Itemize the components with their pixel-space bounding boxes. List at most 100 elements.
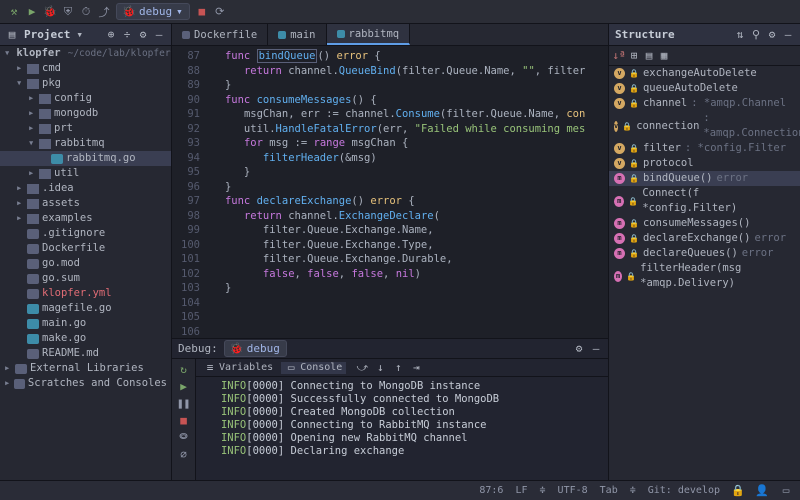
indent[interactable]: Tab — [600, 485, 618, 496]
tab-console[interactable]: ▭ Console — [281, 362, 346, 374]
hide-icon[interactable]: — — [782, 29, 794, 41]
status-bar: 87:6 LF ≑ UTF-8 Tab ≑ Git: develop 🔒 👤 ▭ — [0, 480, 800, 500]
editor-tab[interactable]: rabbitmq — [327, 24, 411, 45]
tree-item[interactable]: rabbitmq — [0, 136, 171, 151]
cursor-position[interactable]: 87:6 — [479, 485, 503, 496]
arrow-icon — [16, 196, 24, 211]
file-name: util — [54, 166, 79, 181]
tree-icon[interactable]: ▤ — [643, 50, 655, 62]
structure-item[interactable]: v🔒connection: *amqp.Connection — [609, 111, 800, 141]
expand-icon[interactable]: ⊞ — [628, 50, 640, 62]
encoding[interactable]: UTF-8 — [558, 485, 588, 496]
tree-item[interactable]: config — [0, 91, 171, 106]
resume-icon[interactable]: ▶ — [178, 380, 190, 392]
step-out-icon[interactable]: ↑ — [392, 362, 404, 374]
structure-item[interactable]: v🔒filter: *config.Filter — [609, 141, 800, 156]
tree-item[interactable]: .idea — [0, 181, 171, 196]
status-sep: ≑ — [540, 485, 546, 496]
tree-item[interactable]: rabbitmq.go — [0, 151, 171, 166]
tree-item[interactable]: main.go — [0, 316, 171, 331]
structure-item[interactable]: m🔒consumeMessages() — [609, 216, 800, 231]
tree-root[interactable]: klopfer~/code/lab/klopfer — [0, 46, 171, 61]
pause-icon[interactable]: ❚❚ — [178, 397, 190, 409]
structure-item[interactable]: v🔒protocol — [609, 156, 800, 171]
code-editor[interactable]: 8788899091929394959697989910010110210310… — [172, 46, 608, 338]
file-name: mongodb — [54, 106, 98, 121]
tree-item[interactable]: Dockerfile — [0, 241, 171, 256]
coverage-icon[interactable]: ⛨ — [62, 6, 74, 18]
tree-item[interactable]: prt — [0, 121, 171, 136]
git-branch[interactable]: Git: develop — [648, 485, 720, 496]
chevron-down-icon[interactable]: ▾ — [76, 28, 83, 41]
structure-item[interactable]: m🔒Connect(f *config.Filter) — [609, 186, 800, 216]
tree-item[interactable]: go.mod — [0, 256, 171, 271]
hide-icon[interactable]: — — [590, 343, 602, 355]
structure-list[interactable]: v🔒exchangeAutoDeletev🔒queueAutoDeletev🔒c… — [609, 66, 800, 480]
tree-item[interactable]: klopfer.yml — [0, 286, 171, 301]
tree-item[interactable]: go.sum — [0, 271, 171, 286]
rerun-icon[interactable]: ↻ — [178, 363, 190, 375]
filter-fields-icon[interactable]: ▦ — [658, 50, 670, 62]
structure-item[interactable]: m🔒declareQueues() error — [609, 246, 800, 261]
debug-config[interactable]: 🐞 debug — [224, 340, 287, 357]
editor-tab[interactable]: Dockerfile — [172, 24, 268, 45]
file-name: klopfer.yml — [42, 286, 112, 301]
lock-icon[interactable]: 🔒 — [732, 485, 744, 497]
view-breakpoints-icon[interactable]: ⭖ — [178, 431, 190, 443]
collapse-icon[interactable]: ÷ — [121, 29, 133, 41]
folder-icon — [39, 169, 51, 179]
hide-icon[interactable]: — — [153, 29, 165, 41]
structure-item[interactable]: v🔒channel: *amqp.Channel — [609, 96, 800, 111]
tree-item[interactable]: examples — [0, 211, 171, 226]
structure-item[interactable]: v🔒queueAutoDelete — [609, 81, 800, 96]
code-area[interactable]: func bindQueue() error { return channel.… — [206, 46, 608, 338]
tree-item[interactable]: README.md — [0, 346, 171, 361]
console-output[interactable]: INFO[0000] Connecting to MongoDB instanc… — [196, 377, 608, 480]
gear-icon[interactable]: ⚙ — [573, 343, 585, 355]
gear-icon[interactable]: ⚙ — [766, 29, 778, 41]
gofile-icon — [27, 334, 39, 344]
memory-icon[interactable]: ▭ — [780, 485, 792, 497]
step-into-icon[interactable]: ↓ — [374, 362, 386, 374]
rerun-icon[interactable]: ⟳ — [214, 6, 226, 18]
tree-item[interactable]: Scratches and Consoles — [0, 376, 171, 391]
editor-tab[interactable]: main — [268, 24, 326, 45]
inspection-icon[interactable]: 👤 — [756, 485, 768, 497]
run-icon[interactable]: ▶ — [26, 6, 38, 18]
structure-item[interactable]: v🔒exchangeAutoDelete — [609, 66, 800, 81]
run-to-cursor-icon[interactable]: ⇥ — [410, 362, 422, 374]
tree-item[interactable]: magefile.go — [0, 301, 171, 316]
build-icon[interactable]: ⚒ — [8, 6, 20, 18]
filter-icon[interactable]: ⚲ — [750, 29, 762, 41]
structure-item[interactable]: m🔒filterHeader(msg *amqp.Delivery) — [609, 261, 800, 291]
file-name: magefile.go — [42, 301, 112, 316]
sort-icon[interactable]: ⇅ — [734, 29, 746, 41]
line-ending[interactable]: LF — [515, 485, 527, 496]
tree-item[interactable]: .gitignore — [0, 226, 171, 241]
tab-variables[interactable]: ≡ Variables — [200, 362, 277, 374]
tree-item[interactable]: make.go — [0, 331, 171, 346]
tree-item[interactable]: util — [0, 166, 171, 181]
stop-icon[interactable]: ■ — [178, 414, 190, 426]
structure-item[interactable]: m🔒bindQueue() error — [609, 171, 800, 186]
mute-breakpoints-icon[interactable]: ⌀ — [178, 448, 190, 460]
project-tree[interactable]: klopfer~/code/lab/klopfercmdpkgconfigmon… — [0, 46, 171, 480]
tree-item[interactable]: cmd — [0, 61, 171, 76]
sort-alpha-icon[interactable]: ↓ª — [613, 50, 625, 62]
tree-item[interactable]: assets — [0, 196, 171, 211]
profile-icon[interactable]: ⏱ — [80, 6, 92, 18]
attach-icon[interactable]: ⤴ — [98, 6, 110, 18]
tree-item[interactable]: External Libraries — [0, 361, 171, 376]
tree-item[interactable]: pkg — [0, 76, 171, 91]
gear-icon[interactable]: ⚙ — [137, 29, 149, 41]
lock-icon: 🔒 — [629, 141, 639, 156]
target-icon[interactable]: ⊕ — [105, 29, 117, 41]
stop-icon[interactable]: ■ — [196, 6, 208, 18]
structure-header: Structure ⇅ ⚲ ⚙ — — [609, 24, 800, 46]
tree-item[interactable]: mongodb — [0, 106, 171, 121]
debug-icon[interactable]: 🐞 — [44, 6, 56, 18]
member-name: declareExchange() — [643, 231, 750, 246]
step-over-icon[interactable]: ⤻ — [356, 362, 368, 374]
run-config-selector[interactable]: 🐞 debug ▾ — [116, 3, 190, 20]
structure-item[interactable]: m🔒declareExchange() error — [609, 231, 800, 246]
